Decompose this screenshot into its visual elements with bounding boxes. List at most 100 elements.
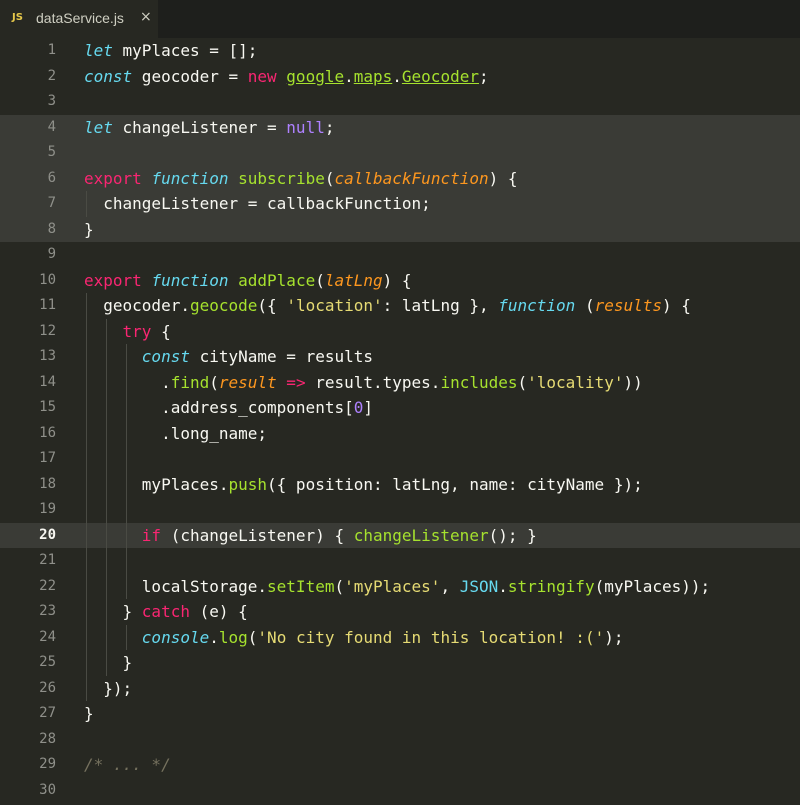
code-text: }); (84, 676, 132, 702)
line-number: 11 (39, 297, 56, 313)
line-number: 24 (39, 628, 56, 645)
code-line[interactable]: 30 (0, 778, 800, 804)
line-number: 20 (39, 526, 56, 543)
code-line[interactable]: 22 localStorage.setItem('myPlaces', JSON… (0, 573, 800, 599)
code-line[interactable]: 6 export function subscribe(callbackFunct… (0, 165, 800, 192)
code-token: let (84, 41, 113, 60)
code-line[interactable]: 19 (0, 497, 800, 523)
code-token: find (170, 372, 210, 392)
code-text: .find(result => result.types.includes('l… (84, 370, 643, 396)
code-token: { (151, 321, 171, 341)
code-line[interactable]: 27} (0, 701, 800, 727)
line-number: 7 (47, 195, 56, 211)
line-number: 22 (39, 577, 56, 594)
code-token: . (392, 66, 402, 86)
code-line[interactable]: 26 }); (0, 675, 800, 702)
code-line[interactable]: 10 export function addPlace(latLng) { (0, 268, 800, 294)
code-token: google (286, 66, 345, 86)
code-token: results (594, 296, 663, 315)
code-line[interactable]: 28 (0, 727, 800, 753)
line-number: 19 (39, 501, 56, 517)
code-line[interactable]: 5 (0, 140, 800, 166)
code-token: , (440, 576, 460, 596)
tab-bar: JS dataService.js × (0, 0, 800, 39)
code-text: geocoder.geocode({ 'location': latLng },… (84, 293, 691, 319)
code-line[interactable]: 9 (0, 242, 800, 268)
code-token: (e) { (189, 602, 248, 621)
code-text: } (84, 217, 94, 243)
code-line[interactable]: 20 if (changeListener) { changeListener(… (0, 522, 800, 548)
indent-guide (106, 497, 107, 523)
code-token: function (498, 296, 585, 315)
code-token: callbackFunction (334, 168, 489, 188)
code-text: try { (84, 319, 171, 345)
code-line[interactable]: 2 const geocoder = new google.maps.Geocod… (0, 64, 800, 90)
close-icon[interactable]: × (140, 9, 152, 25)
code-token: ; (478, 66, 489, 86)
code-token: ( (315, 270, 325, 290)
code-token: geocode (189, 296, 258, 315)
code-text: myPlaces.push({ position: latLng, name: … (84, 472, 643, 498)
code-token: export (84, 270, 152, 290)
code-token: push (228, 474, 268, 494)
code-line[interactable]: 7 changeListener = callbackFunction; (0, 191, 800, 217)
code-line[interactable]: 21 (0, 548, 800, 574)
line-number: 29 (39, 756, 56, 772)
indent-guide (86, 446, 87, 472)
code-line[interactable]: 1 let myPlaces = []; (0, 38, 800, 64)
line-number: 30 (39, 781, 56, 798)
code-token: null (286, 117, 325, 137)
code-token: myPlaces = []; (112, 41, 258, 60)
line-number: 25 (39, 654, 56, 670)
tab-filename: dataService.js (36, 10, 124, 26)
code-line[interactable]: 12 try { (0, 318, 800, 345)
code-line[interactable]: 15 .address_components[0] (0, 395, 800, 421)
code-token: changeListener (353, 525, 489, 545)
tab-dataservice[interactable]: JS dataService.js × (0, 0, 158, 38)
code-token: (); } (488, 525, 537, 545)
code-token: log (218, 627, 248, 647)
code-line[interactable]: 11 geocoder.geocode({ 'location': latLng… (0, 293, 800, 319)
code-token: geocoder = (132, 66, 248, 86)
code-token: maps (353, 66, 393, 86)
code-editor[interactable]: 1 let myPlaces = []; 2 const geocoder = new… (0, 38, 800, 805)
line-number: 12 (39, 322, 56, 339)
code-line[interactable]: 4 let changeListener = null; (0, 114, 800, 140)
code-token: ( (209, 372, 219, 392)
code-line[interactable]: 13 const cityName = results (0, 344, 800, 370)
code-line[interactable]: 8} (0, 216, 800, 243)
line-number: 10 (39, 271, 56, 288)
code-token: let (84, 117, 113, 137)
code-line[interactable]: 18 myPlaces.push({ position: latLng, nam… (0, 471, 800, 498)
code-text: export function subscribe(callbackFuncti… (84, 166, 518, 192)
code-line[interactable]: 17 (0, 446, 800, 472)
code-text: console.log('No city found in this locat… (84, 625, 624, 651)
indent-guide (126, 497, 127, 523)
code-text: export function addPlace(latLng) { (84, 268, 412, 294)
line-number: 15 (39, 399, 56, 415)
code-token: ) { (382, 270, 412, 290)
code-token: ({ position: latLng, name: cityName }); (267, 474, 643, 494)
code-line[interactable]: 25 } (0, 650, 800, 676)
code-token: 'locality' (527, 372, 624, 392)
line-number: 27 (39, 705, 56, 721)
indent-guide (126, 446, 127, 472)
code-token: .long_name; (84, 423, 268, 443)
code-token: Geocoder (401, 66, 479, 86)
code-line[interactable]: 14 .find(result => result.types.includes… (0, 369, 800, 396)
code-line[interactable]: 29 /* ... */ (0, 752, 800, 778)
code-token: addPlace (238, 270, 316, 290)
code-line[interactable]: 3 (0, 89, 800, 115)
code-text: .address_components[0] (84, 395, 373, 421)
line-number: 18 (39, 475, 56, 492)
code-token: 'location' (286, 296, 383, 315)
code-line[interactable]: 16 .long_name; (0, 420, 800, 446)
line-number: 6 (47, 169, 56, 186)
code-line[interactable]: 24 console.log('No city found in this lo… (0, 624, 800, 651)
code-text: const cityName = results (84, 344, 373, 370)
code-token: ( (334, 576, 345, 596)
code-line[interactable]: 23 } catch (e) { (0, 599, 800, 625)
line-number: 28 (39, 730, 56, 747)
